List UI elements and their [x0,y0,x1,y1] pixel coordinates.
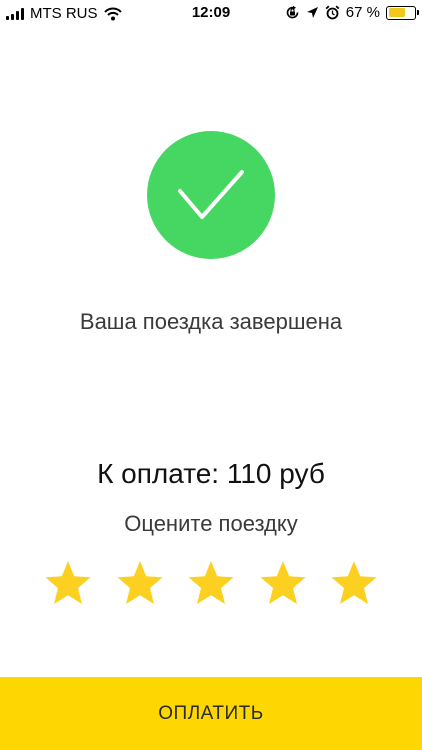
location-arrow-icon [306,7,318,18]
screen-rotation-lock-icon [286,5,299,19]
battery-icon [386,5,419,20]
star-icon[interactable] [187,559,235,607]
star-icon[interactable] [44,559,92,607]
checkmark-icon [178,170,244,219]
pay-button-label: ОПЛАТИТЬ [158,702,264,724]
star-icon[interactable] [330,559,378,607]
status-bar: MTS RUS 12:09 67 % [0,0,422,28]
trip-completed-text: Ваша поездка завершена [79,309,343,334]
amount-due: К оплате: 110 руб [97,458,325,489]
success-checkmark-badge [147,131,275,259]
pay-button[interactable]: ОПЛАТИТЬ [0,677,422,750]
status-bar-right: 67 % [285,4,419,21]
star-icon[interactable] [259,559,307,607]
rate-trip-prompt: Оцените поездку [124,511,298,536]
battery-percent: 67 % [345,4,380,21]
battery-level-fill [388,8,405,17]
rating-stars [44,559,378,609]
star-icon[interactable] [116,559,164,607]
alarm-icon [325,5,340,20]
